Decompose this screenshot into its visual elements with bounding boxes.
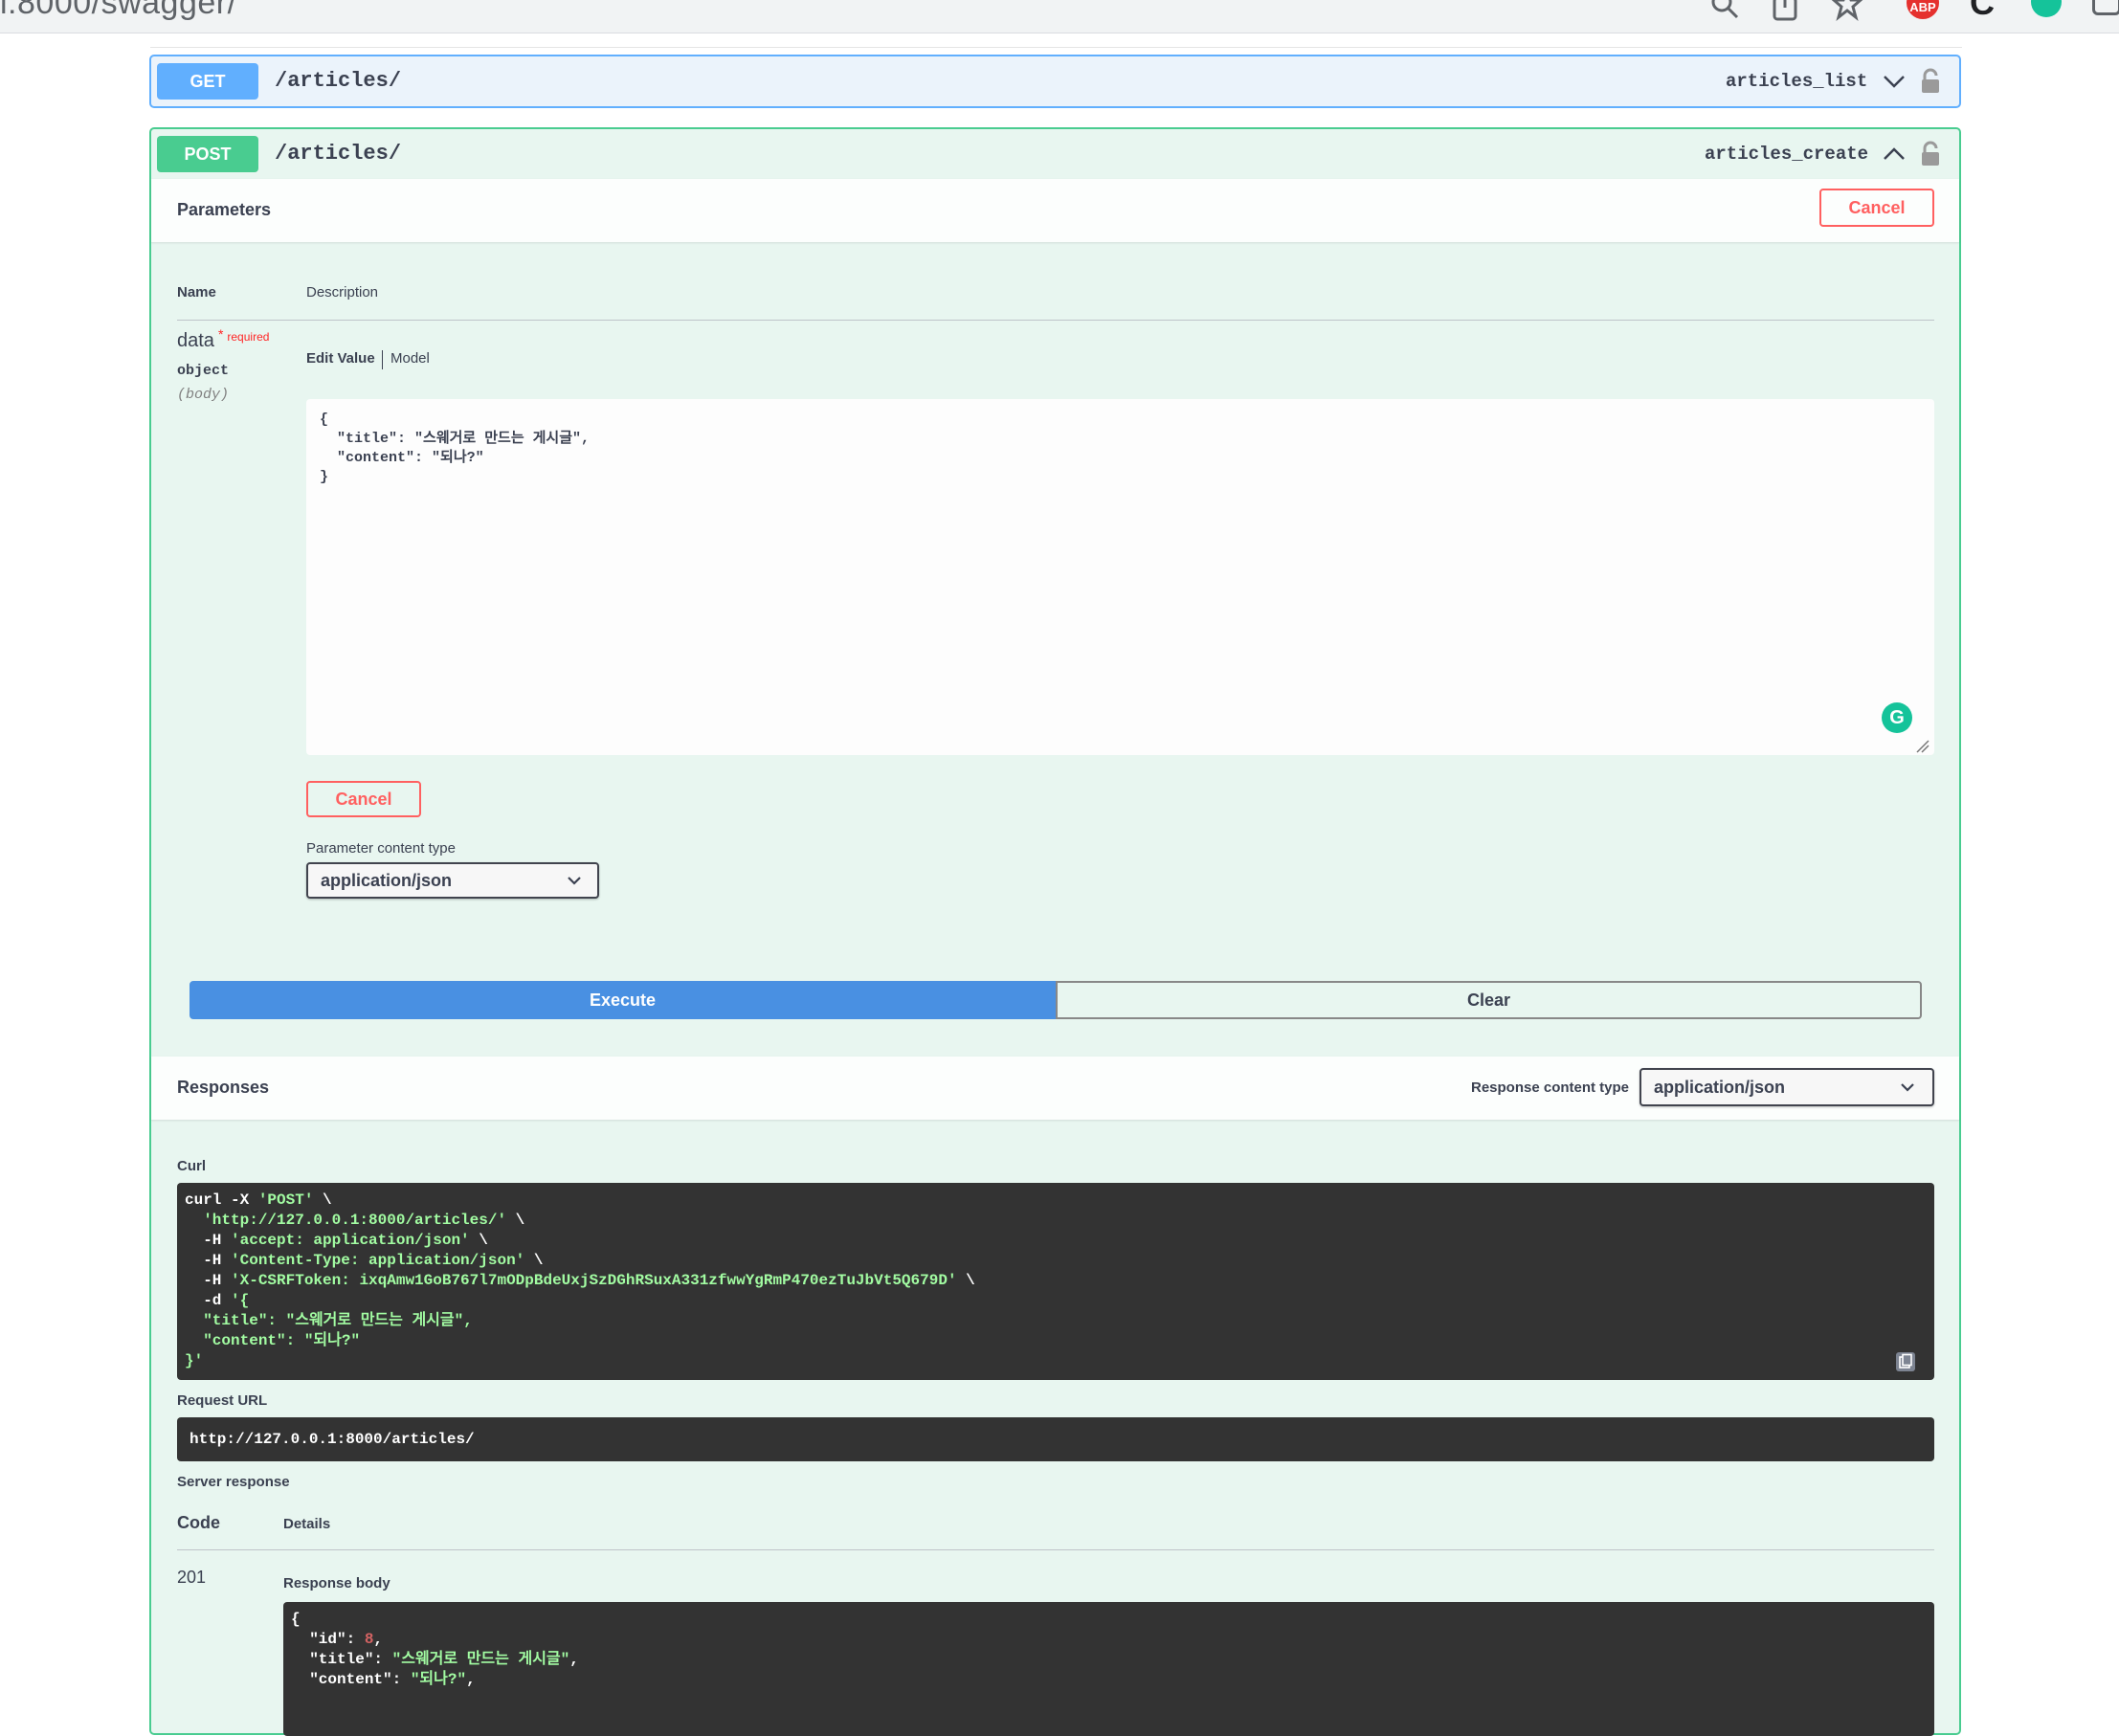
json-key: "id":: [291, 1631, 365, 1648]
response-content-type-label: Response content type: [1471, 1079, 1630, 1096]
json-string: "스웨거로 만드는 게시글": [391, 1651, 570, 1668]
param-type: object: [177, 363, 230, 379]
curl-text: [185, 1212, 203, 1229]
adblock-icon[interactable]: ABP: [1907, 0, 1939, 19]
grammarly-icon[interactable]: G: [1882, 702, 1912, 733]
parameters-title: Parameters: [177, 200, 272, 219]
curl-text: \: [469, 1232, 488, 1249]
json-key: "content":: [291, 1671, 411, 1688]
response-status-code: 201: [177, 1568, 207, 1587]
request-url-label: Request URL: [177, 1392, 268, 1409]
opblock-get-articles[interactable]: GET /articles/ articles_list: [149, 55, 1961, 108]
extension-square-icon[interactable]: [2092, 0, 2119, 15]
bookmark-star-icon[interactable]: [1831, 0, 1863, 21]
address-bar[interactable]: [0, 0, 1876, 25]
curl-string: 'accept: application/json': [231, 1232, 470, 1249]
chevron-down-icon[interactable]: [1882, 69, 1907, 94]
opblock-post-articles: POST /articles/ articles_create Paramete…: [149, 127, 1961, 1736]
lock-icon[interactable]: [1920, 141, 1941, 167]
required-label: required: [227, 330, 270, 344]
tab-separator: [382, 350, 383, 369]
chevron-down-icon: [568, 877, 581, 885]
chevron-down-icon: [1901, 1083, 1914, 1092]
request-url-value[interactable]: http://127.0.0.1:8000/articles/: [177, 1417, 1934, 1461]
param-name-text: data: [177, 330, 214, 351]
curl-string: "content": "되나?": [185, 1332, 361, 1349]
curl-text: -d: [185, 1292, 232, 1309]
response-body[interactable]: { "id": 8, "title": "스웨거로 만드는 게시글", "con…: [283, 1602, 1934, 1736]
table-divider: [177, 320, 1934, 321]
param-name: data * required: [177, 326, 270, 352]
operation-id: articles_list: [1726, 71, 1868, 92]
json-text: {: [291, 1611, 301, 1628]
param-location: (body): [177, 387, 230, 403]
curl-text: curl -X: [185, 1191, 258, 1209]
request-body-textarea[interactable]: { "title": "스웨거로 만드는 게시글", "content": "되…: [306, 399, 1934, 755]
address-bar-url: l:8000/swagger/: [0, 0, 237, 21]
json-key: "title":: [291, 1651, 392, 1668]
parameter-content-type-select[interactable]: application/json: [306, 862, 599, 899]
json-string: "되나?": [410, 1671, 467, 1688]
curl-text: -H: [185, 1272, 232, 1289]
share-icon[interactable]: [1769, 0, 1801, 21]
curl-string: }': [185, 1352, 204, 1369]
curl-command[interactable]: curl -X 'POST' \ 'http://127.0.0.1:8000/…: [177, 1183, 1934, 1380]
select-value: application/json: [1654, 1078, 1786, 1097]
response-content-type-select[interactable]: application/json: [1639, 1068, 1934, 1106]
lock-icon[interactable]: [1920, 68, 1941, 95]
extension-c-icon[interactable]: C: [1970, 0, 1995, 23]
server-response-label: Server response: [177, 1474, 290, 1490]
response-body-label: Response body: [283, 1575, 390, 1591]
opblock-path: /articles/: [275, 69, 402, 93]
resize-handle-icon[interactable]: [1916, 740, 1929, 753]
curl-text: \: [956, 1272, 975, 1289]
required-star: *: [217, 326, 224, 342]
browser-toolbar: l:8000/swagger/ ABP C: [0, 0, 2119, 33]
try-out-cancel-button[interactable]: Cancel: [1819, 189, 1934, 227]
responses-header: Responses Response content type applicat…: [151, 1057, 1959, 1120]
json-number: 8: [364, 1631, 374, 1648]
curl-text: -H: [185, 1252, 232, 1269]
search-icon[interactable]: [1708, 0, 1741, 21]
curl-text: \: [524, 1252, 544, 1269]
curl-text: -H: [185, 1232, 232, 1249]
table-divider: [177, 1549, 1934, 1550]
curl-string: 'X-CSRFToken: ixqAmw1GoB767l7mODpBdeUxjS…: [231, 1272, 957, 1289]
tab-edit-value[interactable]: Edit Value: [306, 350, 375, 367]
curl-string: 'http://127.0.0.1:8000/articles/': [203, 1212, 507, 1229]
curl-string: '{: [231, 1292, 250, 1309]
copy-icon[interactable]: [1895, 1351, 1916, 1372]
method-badge-post: POST: [157, 136, 258, 172]
responses-title: Responses: [177, 1078, 270, 1097]
column-header-name: Name: [177, 284, 216, 300]
curl-string: 'POST': [257, 1191, 314, 1209]
operation-id: articles_create: [1705, 144, 1869, 165]
column-header-code: Code: [177, 1513, 220, 1532]
opblock-path: /articles/: [275, 142, 402, 166]
curl-label: Curl: [177, 1158, 206, 1174]
opblock-summary[interactable]: POST /articles/ articles_create: [151, 129, 1959, 179]
body-cancel-button[interactable]: Cancel: [306, 781, 421, 817]
chevron-up-icon[interactable]: [1882, 142, 1907, 167]
execute-button[interactable]: Execute: [190, 981, 1056, 1019]
parameter-content-type-label: Parameter content type: [306, 840, 456, 857]
divider: [150, 47, 1962, 48]
grammarly-icon[interactable]: [2031, 0, 2062, 17]
select-value: application/json: [321, 871, 453, 890]
curl-string: 'Content-Type: application/json': [231, 1252, 525, 1269]
curl-string: "title": "스웨거로 만드는 게시글",: [185, 1312, 473, 1329]
column-header-details: Details: [283, 1516, 331, 1532]
clear-button[interactable]: Clear: [1056, 981, 1922, 1019]
curl-text: \: [313, 1191, 332, 1209]
column-header-description: Description: [306, 284, 379, 300]
curl-text: \: [506, 1212, 525, 1229]
tab-model[interactable]: Model: [390, 350, 430, 367]
method-badge-get: GET: [157, 63, 258, 100]
parameters-header: Parameters Cancel: [151, 179, 1959, 242]
